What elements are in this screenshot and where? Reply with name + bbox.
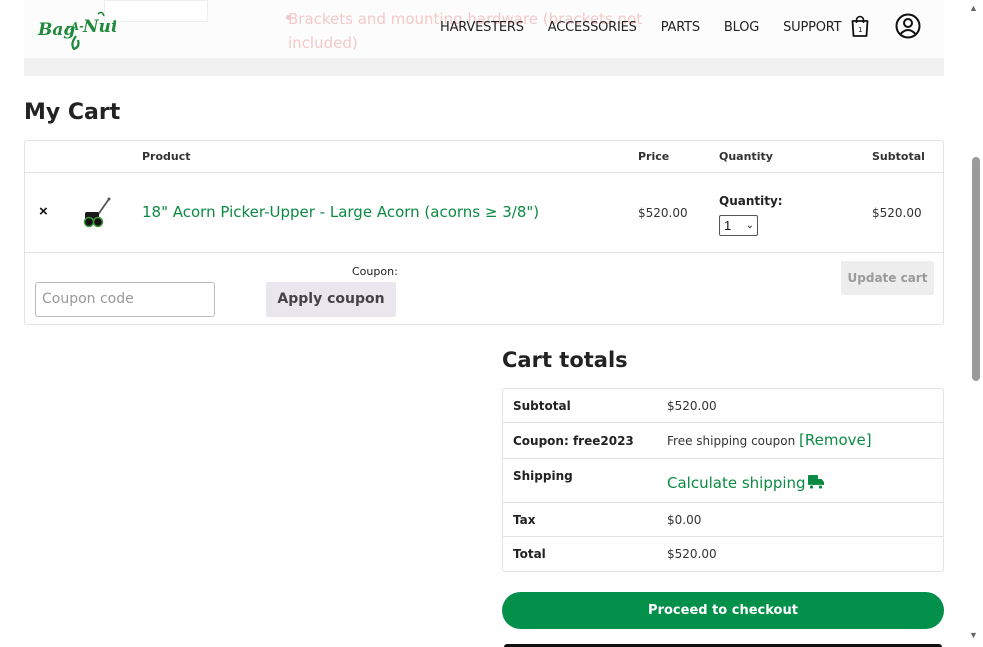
truck-icon[interactable] xyxy=(807,474,825,490)
coupon-description: Free shipping coupon xyxy=(667,434,796,448)
coupon-applied-label: Coupon: free2023 xyxy=(513,434,634,448)
coupon-code-input[interactable]: Coupon code xyxy=(35,282,215,317)
svg-text:Nut: Nut xyxy=(82,17,116,37)
site-header: Bag -A- Nut HARVESTERS ACCESSORIES PARTS… xyxy=(0,0,968,56)
svg-text:1: 1 xyxy=(858,26,862,34)
cart-totals-table: Subtotal $520.00 Coupon: free2023 Free s… xyxy=(502,388,944,572)
bag-a-nut-logo[interactable]: Bag -A- Nut xyxy=(36,8,116,52)
tax-label: Tax xyxy=(513,513,536,527)
row-divider xyxy=(503,536,943,537)
proceed-to-checkout-button[interactable]: Proceed to checkout xyxy=(502,592,944,629)
item-subtotal: $520.00 xyxy=(872,206,922,220)
subtotal-label: Subtotal xyxy=(513,399,571,413)
nav-support[interactable]: SUPPORT xyxy=(783,20,842,35)
row-divider xyxy=(503,458,943,459)
subtotal-value: $520.00 xyxy=(667,399,717,413)
chevron-down-icon: ⌄ xyxy=(745,220,754,231)
scroll-up-arrow-icon[interactable]: ▲ xyxy=(969,3,978,13)
svg-text:-A-: -A- xyxy=(66,20,84,33)
scroll-down-arrow-icon[interactable]: ▼ xyxy=(969,630,978,640)
cart-table: Product Price Quantity Subtotal × 18" Ac… xyxy=(24,140,944,325)
remove-item-button[interactable]: × xyxy=(39,203,48,220)
page-title: My Cart xyxy=(24,100,121,125)
update-cart-button[interactable]: Update cart xyxy=(841,261,934,295)
quantity-label: Quantity: xyxy=(719,194,783,208)
nav-parts[interactable]: PARTS xyxy=(661,20,700,35)
col-header-price: Price xyxy=(638,150,670,163)
quantity-select[interactable]: 1 ⌄ xyxy=(719,215,758,236)
col-header-subtotal: Subtotal xyxy=(872,150,925,163)
nav-accessories[interactable]: ACCESSORIES xyxy=(548,20,637,35)
scrollbar-thumb[interactable] xyxy=(972,157,980,381)
quantity-value: 1 xyxy=(724,218,732,233)
tax-value: $0.00 xyxy=(667,513,702,527)
shopping-bag-icon[interactable]: 1 xyxy=(850,15,870,37)
main-nav: HARVESTERS ACCESSORIES PARTS BLOG SUPPOR… xyxy=(440,20,842,35)
total-value: $520.00 xyxy=(667,547,717,561)
item-price: $520.00 xyxy=(638,206,688,220)
calculate-shipping-link[interactable]: Calculate shipping xyxy=(667,474,806,492)
row-divider xyxy=(25,252,943,253)
row-divider xyxy=(503,422,943,423)
remove-coupon-link[interactable]: [Remove] xyxy=(799,431,872,449)
col-header-product: Product xyxy=(142,150,191,163)
total-label: Total xyxy=(513,547,546,561)
shipping-label: Shipping xyxy=(513,469,573,483)
cart-totals-title: Cart totals xyxy=(502,348,628,372)
apply-coupon-button[interactable]: Apply coupon xyxy=(266,282,396,317)
nav-blog[interactable]: BLOG xyxy=(724,20,759,35)
product-thumbnail[interactable] xyxy=(83,196,113,228)
user-circle-icon[interactable] xyxy=(895,13,921,39)
row-divider xyxy=(25,172,943,173)
row-divider xyxy=(503,502,943,503)
coupon-label: Coupon: xyxy=(352,265,398,278)
product-name-link[interactable]: 18" Acorn Picker-Upper - Large Acorn (ac… xyxy=(142,203,539,221)
nav-harvesters[interactable]: HARVESTERS xyxy=(440,20,524,35)
coupon-applied-value: Free shipping coupon [Remove] xyxy=(667,431,872,449)
col-header-quantity: Quantity xyxy=(719,150,773,163)
